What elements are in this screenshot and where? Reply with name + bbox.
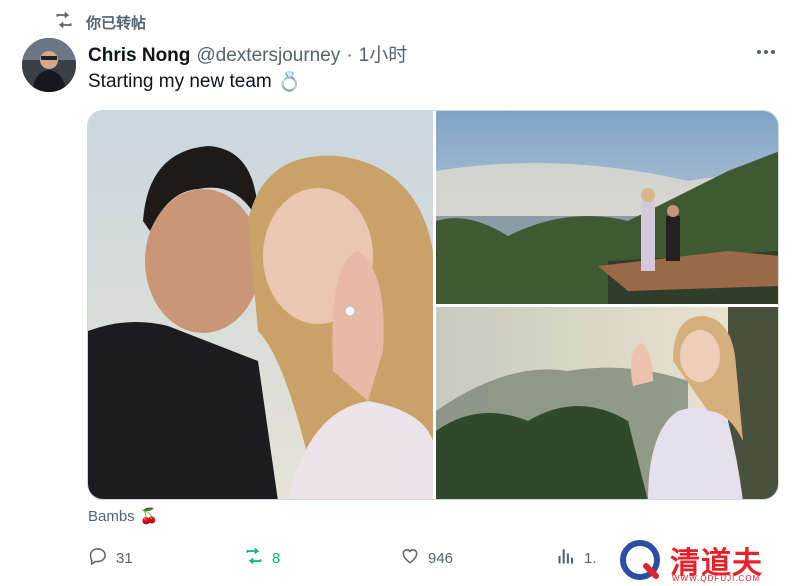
photo-woman-showing-ring[interactable] xyxy=(436,307,779,500)
tweet-text: Starting my new team 💍 xyxy=(88,70,301,94)
like-count: 946 xyxy=(428,549,454,567)
author-name[interactable]: Chris Nong xyxy=(88,45,190,67)
repost-banner-text: 你已转帖 xyxy=(86,14,147,32)
repost-icon xyxy=(54,10,74,34)
tweet-header: Chris Nong @dextersjourney · 1小时 xyxy=(88,40,407,67)
repost-button[interactable]: 8 xyxy=(244,546,280,570)
tweet-body: Starting my new team xyxy=(88,71,272,92)
photo-couple-selfie[interactable] xyxy=(88,111,433,500)
watermark-logo-icon xyxy=(620,540,660,580)
media-grid xyxy=(87,110,779,500)
repost-banner: 你已转帖 xyxy=(54,10,146,34)
ring-emoji: 💍 xyxy=(277,72,302,93)
views-button[interactable]: 1. xyxy=(556,546,597,570)
repost-count: 8 xyxy=(272,549,281,567)
views-count: 1. xyxy=(584,549,597,567)
watermark-url: WWW.QDFUJI.COM xyxy=(672,574,761,583)
caption-text: Bambs xyxy=(88,507,135,525)
photo-proposal-deck[interactable] xyxy=(436,111,779,304)
separator-dot: · xyxy=(346,45,353,66)
reply-count: 31 xyxy=(116,549,133,567)
cherry-emoji: 🍒 xyxy=(139,508,159,525)
reply-button[interactable]: 31 xyxy=(88,546,133,570)
more-icon[interactable] xyxy=(754,42,778,62)
repost-icon xyxy=(244,546,264,570)
watermark: 清道夫 WWW.QDFUJI.COM xyxy=(620,536,796,584)
reply-icon xyxy=(88,546,108,570)
avatar[interactable] xyxy=(22,38,76,92)
like-button[interactable]: 946 xyxy=(400,546,453,570)
timestamp[interactable]: 1小时 xyxy=(359,40,408,67)
heart-icon xyxy=(400,546,420,570)
media-caption: Bambs 🍒 xyxy=(88,507,159,526)
author-handle[interactable]: @dextersjourney xyxy=(196,45,340,67)
views-icon xyxy=(556,546,576,570)
